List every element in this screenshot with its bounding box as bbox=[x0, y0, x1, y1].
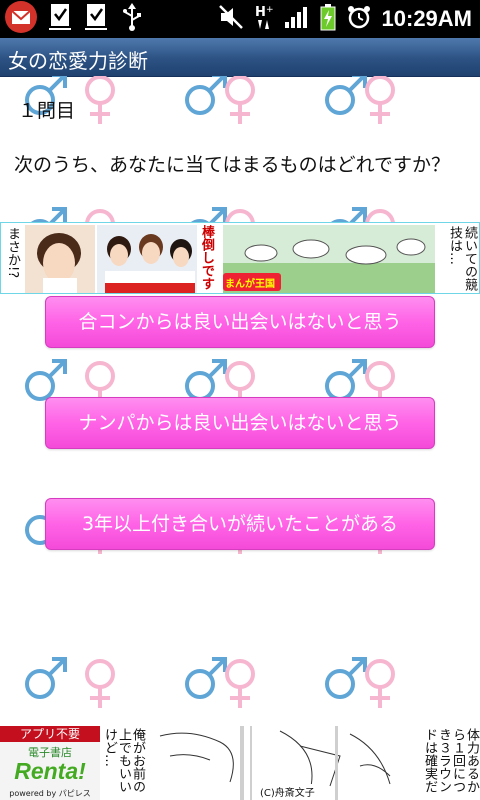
female-symbol bbox=[225, 659, 255, 710]
renta-ad-logo: アプリ不要 電子書店 Renta! powered by パピレス bbox=[0, 726, 101, 800]
ad-text-kyougi: 続いての競技は… bbox=[447, 226, 477, 291]
female-symbol bbox=[365, 76, 395, 126]
manga-ad-strip: 俺がお前の上でもいいけど… (C)舟斎文子 体力あるから１回につき３ラウンドは確… bbox=[100, 726, 480, 800]
male-symbol bbox=[325, 76, 367, 115]
female-symbol bbox=[365, 659, 395, 710]
male-symbol bbox=[325, 657, 367, 699]
title-bar: 女の恋愛力診断 bbox=[0, 38, 480, 77]
gmail-icon bbox=[4, 0, 38, 38]
question-number: １問目 bbox=[18, 100, 76, 122]
renta-logo-text: Renta! bbox=[14, 758, 86, 784]
renta-top-text: アプリ不要 bbox=[0, 726, 100, 742]
question-text: 次のうち、あなたに当てはまるものはどれですか？ bbox=[14, 154, 451, 176]
male-symbol bbox=[25, 657, 67, 699]
male-symbol bbox=[185, 657, 227, 699]
female-symbol bbox=[85, 76, 115, 126]
male-symbol bbox=[185, 359, 227, 401]
usb-icon bbox=[120, 2, 144, 36]
ad-bubble-2: 体力あるから１回につき３ラウンドは確実だ bbox=[422, 728, 479, 798]
male-symbol bbox=[325, 359, 367, 401]
app-title: 女の恋愛力診断 bbox=[8, 49, 148, 73]
answer-button-2[interactable]: ナンパからは良い出会いはないと思う bbox=[45, 397, 435, 449]
svg-text:+: + bbox=[266, 5, 274, 15]
mute-icon bbox=[218, 4, 244, 34]
female-symbol bbox=[225, 76, 255, 126]
banner-ad-bottom[interactable]: アプリ不要 電子書店 Renta! powered by パピレス 俺がお前の上… bbox=[0, 726, 480, 800]
renta-sub-text: powered by パピレス bbox=[9, 789, 91, 798]
manga-oukoku-logo: まんが王国 bbox=[225, 279, 275, 290]
banner-ad-top[interactable]: まさか!? 棒倒しです まんが王国 続いての競技は… bbox=[0, 222, 480, 294]
alarm-icon bbox=[346, 4, 372, 34]
task-check-icon bbox=[48, 2, 74, 36]
male-symbol bbox=[25, 359, 67, 401]
task-check-icon bbox=[84, 2, 110, 36]
ad-text-boutaoshi: 棒倒しです bbox=[199, 225, 214, 290]
signal-icon bbox=[284, 5, 310, 33]
svg-text:H: H bbox=[255, 5, 266, 20]
ad-bubble-1: 俺がお前の上でもいいけど… bbox=[102, 728, 145, 798]
ad-credit: (C)舟斎文子 bbox=[260, 784, 315, 799]
data-hplus-icon: H + bbox=[254, 3, 274, 35]
clock: 10:29AM bbox=[381, 6, 472, 31]
status-bar: H + 10:29AM bbox=[0, 0, 480, 38]
answer-button-1[interactable]: 合コンからは良い出会いはないと思う bbox=[45, 296, 435, 348]
female-symbol bbox=[85, 659, 115, 710]
answer-button-3[interactable]: 3年以上付き合いが続いたことがある bbox=[45, 498, 435, 550]
battery-charging-icon bbox=[320, 3, 336, 35]
ad-text-masaka: まさか!? bbox=[5, 227, 20, 279]
male-symbol bbox=[185, 76, 227, 115]
